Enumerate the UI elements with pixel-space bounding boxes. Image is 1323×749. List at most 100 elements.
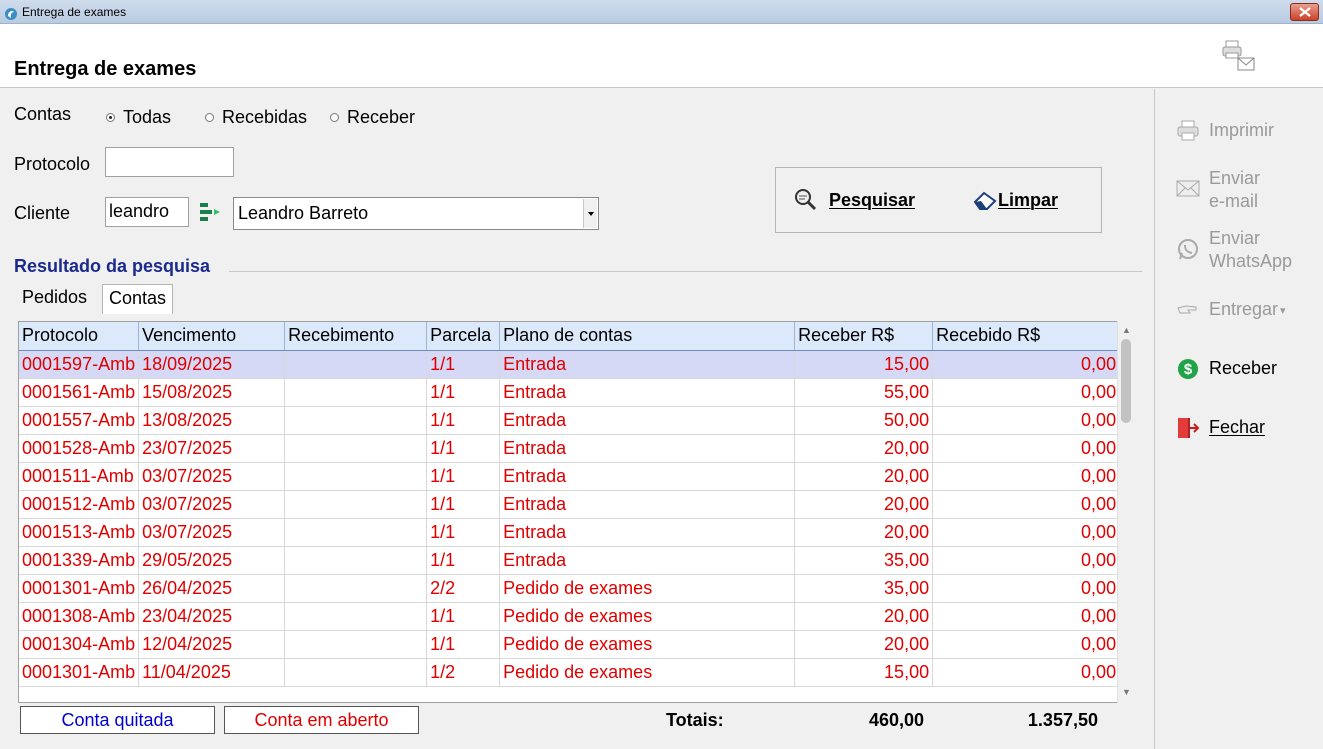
table-cell: 1/1 — [426, 462, 501, 491]
table-cell: 15,00 — [794, 350, 934, 379]
entregar-button[interactable]: Entregar ▾ — [1176, 298, 1286, 323]
radio-todas[interactable]: Todas — [106, 107, 171, 128]
column-header[interactable]: Parcela — [426, 322, 501, 351]
enviar-email-button[interactable]: Enviar e-mail — [1176, 167, 1260, 213]
radio-receber-label: Receber — [347, 107, 416, 127]
table-cell: 0001308-Amb — [19, 602, 140, 631]
tab-contas[interactable]: Contas — [102, 284, 174, 314]
window-close-button[interactable] — [1290, 3, 1319, 21]
dollar-icon: $ — [1176, 357, 1200, 381]
table-cell: 0,00 — [932, 462, 1121, 491]
grid-header-row: Protocolo Vencimento Recebimento Parcela… — [19, 322, 1121, 351]
scroll-down-icon[interactable]: ▼ — [1122, 687, 1131, 697]
contas-grid[interactable]: Protocolo Vencimento Recebimento Parcela… — [18, 321, 1135, 703]
table-cell — [284, 462, 428, 491]
window-title: Entrega de exames — [22, 5, 127, 19]
table-cell: 1/2 — [426, 658, 501, 687]
table-row[interactable]: 0001304-Amb 12/04/2025 1/1 Pedido de exames… — [19, 630, 1121, 659]
scroll-thumb[interactable] — [1121, 339, 1131, 423]
column-header[interactable]: Plano de contas — [499, 322, 796, 351]
table-cell: 50,00 — [794, 406, 934, 435]
table-row[interactable]: 0001308-Amb 23/04/2025 1/1 Pedido de exames… — [19, 602, 1121, 631]
table-cell: 1/1 — [426, 350, 501, 379]
radio-receber[interactable]: Receber — [330, 107, 415, 128]
protocolo-input[interactable] — [105, 147, 234, 177]
imprimir-button[interactable]: Imprimir — [1176, 119, 1274, 143]
table-cell: 1/1 — [426, 434, 501, 463]
table-row[interactable]: 0001528-Amb 23/07/2025 1/1 Entrada 20,00 0,00 — [19, 434, 1121, 463]
table-row[interactable]: 0001339-Amb 29/05/2025 1/1 Entrada 35,00 0,00 — [19, 546, 1121, 575]
legend-conta-aberto: Conta em aberto — [224, 706, 419, 734]
pesquisar-label: Pesquisar — [829, 189, 916, 210]
limpar-button[interactable]: Limpar — [972, 188, 1058, 212]
grid-scrollbar[interactable]: ▲ ▼ — [1117, 321, 1135, 703]
table-cell — [284, 350, 428, 379]
print-email-icon[interactable] — [1222, 40, 1256, 72]
radio-checked-icon — [106, 113, 115, 122]
svg-text:$: $ — [1184, 361, 1193, 378]
email-label-2: e-mail — [1209, 191, 1259, 211]
radio-unchecked-icon — [205, 113, 214, 122]
radio-recebidas[interactable]: Recebidas — [205, 107, 307, 128]
table-cell — [284, 630, 428, 659]
table-cell: 20,00 — [794, 462, 934, 491]
column-header[interactable]: Receber R$ — [794, 322, 934, 351]
table-cell: 13/08/2025 — [138, 406, 286, 435]
table-cell: 18/09/2025 — [138, 350, 286, 379]
table-cell: Entrada — [499, 406, 796, 435]
page-header — [0, 24, 1323, 88]
table-cell: 29/05/2025 — [138, 546, 286, 575]
table-cell: Pedido de exames — [499, 602, 796, 631]
scroll-up-icon[interactable]: ▲ — [1122, 325, 1131, 335]
column-header[interactable]: Recebimento — [284, 322, 428, 351]
table-row[interactable]: 0001597-Amb 18/09/2025 1/1 Entrada 15,00 0,00 — [19, 350, 1121, 379]
table-cell: 0001513-Amb — [19, 518, 140, 547]
fechar-button[interactable]: Fechar — [1176, 416, 1265, 440]
column-header[interactable]: Recebido R$ — [932, 322, 1121, 351]
table-cell — [284, 658, 428, 687]
table-cell: 11/04/2025 — [138, 658, 286, 687]
table-row[interactable]: 0001512-Amb 03/07/2025 1/1 Entrada 20,00 0,00 — [19, 490, 1121, 519]
table-cell: 20,00 — [794, 518, 934, 547]
table-cell: 0001301-Amb — [19, 574, 140, 603]
table-row[interactable]: 0001561-Amb 15/08/2025 1/1 Entrada 55,00 0,00 — [19, 378, 1121, 407]
table-cell — [284, 378, 428, 407]
table-cell: 20,00 — [794, 490, 934, 519]
table-cell: 0,00 — [932, 658, 1121, 687]
radio-unchecked-icon — [330, 113, 339, 122]
table-cell: 0001511-Amb — [19, 462, 140, 491]
table-cell: Entrada — [499, 462, 796, 491]
table-cell: 0001597-Amb — [19, 350, 140, 379]
tab-pedidos[interactable]: Pedidos — [16, 284, 93, 314]
column-header[interactable]: Vencimento — [138, 322, 286, 351]
table-cell: 0,00 — [932, 602, 1121, 631]
dropdown-button[interactable] — [583, 199, 597, 228]
table-cell: 1/1 — [426, 490, 501, 519]
table-row[interactable]: 0001301-Amb 26/04/2025 2/2 Pedido de exames… — [19, 574, 1121, 603]
client-lookup-icon[interactable] — [198, 201, 222, 225]
table-cell: 12/04/2025 — [138, 630, 286, 659]
table-cell: 1/1 — [426, 546, 501, 575]
table-cell: 0001557-Amb — [19, 406, 140, 435]
table-row[interactable]: 0001301-Amb 11/04/2025 1/2 Pedido de exames… — [19, 658, 1121, 687]
table-cell: Entrada — [499, 434, 796, 463]
table-cell: 35,00 — [794, 546, 934, 575]
close-icon — [1298, 7, 1311, 17]
table-cell: 0,00 — [932, 490, 1121, 519]
fechar-label: Fechar — [1209, 417, 1266, 437]
table-cell: Entrada — [499, 350, 796, 379]
table-row[interactable]: 0001511-Amb 03/07/2025 1/1 Entrada 20,00 0,00 — [19, 462, 1121, 491]
pesquisar-button[interactable]: Pesquisar — [794, 188, 915, 212]
cliente-code-input[interactable]: leandro — [105, 197, 189, 227]
cliente-label: Cliente — [14, 203, 71, 223]
enviar-whatsapp-button[interactable]: Enviar WhatsApp — [1176, 227, 1292, 273]
table-cell: 0,00 — [932, 546, 1121, 575]
table-cell: 35,00 — [794, 574, 934, 603]
column-header[interactable]: Protocolo — [19, 322, 140, 351]
table-row[interactable]: 0001513-Amb 03/07/2025 1/1 Entrada 20,00 0,00 — [19, 518, 1121, 547]
table-row[interactable]: 0001557-Amb 13/08/2025 1/1 Entrada 50,00 0,00 — [19, 406, 1121, 435]
magnifier-icon — [794, 188, 820, 212]
cliente-select[interactable]: Leandro Barreto — [233, 197, 599, 230]
whatsapp-icon — [1176, 237, 1200, 261]
receber-button[interactable]: $ Receber — [1176, 357, 1277, 381]
